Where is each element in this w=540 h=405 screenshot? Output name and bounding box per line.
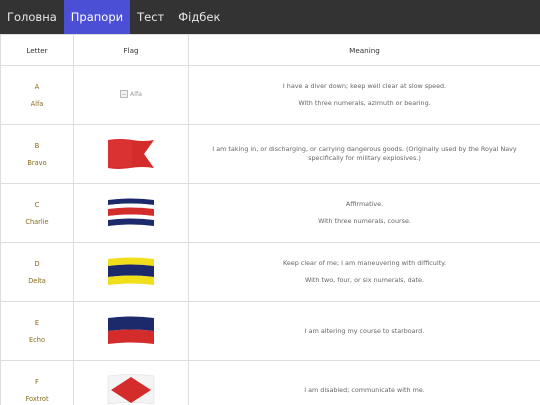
letter-code: E xyxy=(34,318,40,327)
nav-item-test[interactable]: Тест xyxy=(130,0,171,34)
table-row: C Charlie Affirmative. With three numera… xyxy=(0,183,540,243)
meaning-cell: I am taking in, or discharging, or carry… xyxy=(188,124,540,184)
foxtrot-flag-icon xyxy=(107,374,155,405)
flag-alt-text: Alfa xyxy=(130,90,142,98)
charlie-flag-icon xyxy=(108,198,154,226)
letter-cell: D Delta xyxy=(0,242,74,302)
meaning-text: With two, four, or six numerals, date. xyxy=(304,276,425,284)
table-row: E Echo I am altering my course to starbo… xyxy=(0,301,540,361)
letter-cell: F Foxtrot xyxy=(0,360,74,405)
meaning-text: Keep clear of me; I am maneuvering with … xyxy=(282,259,446,268)
letter-cell: C Charlie xyxy=(0,183,74,243)
letter-cell: A Alfa xyxy=(0,65,74,125)
table-row: F Foxtrot I am disabled; communicate wit… xyxy=(0,360,540,405)
table-row: B Bravo I am taking in, or discharging, … xyxy=(0,124,540,184)
delta-flag-icon xyxy=(108,257,154,285)
flags-table-container: Letter Flag Meaning A Alfa Alfa I have a… xyxy=(0,34,540,405)
nav-item-home[interactable]: Головна xyxy=(0,0,64,34)
meaning-cell: I am altering my course to starboard. xyxy=(188,301,540,361)
flag-cell xyxy=(73,124,189,184)
letter-word: Foxtrot xyxy=(25,394,49,403)
letter-code: C xyxy=(34,200,40,209)
meaning-text: I am disabled; communicate with me. xyxy=(304,385,425,394)
table-header-row: Letter Flag Meaning xyxy=(0,34,540,66)
flag-cell xyxy=(73,301,189,361)
letter-code: B xyxy=(34,141,40,150)
letter-word: Alfa xyxy=(30,99,44,108)
table-row: A Alfa Alfa I have a diver down; keep we… xyxy=(0,65,540,125)
meaning-text: I am altering my course to starboard. xyxy=(304,326,425,335)
letter-cell: B Bravo xyxy=(0,124,74,184)
flag-cell xyxy=(73,242,189,302)
meaning-text: I am taking in, or discharging, or carry… xyxy=(212,145,517,162)
meaning-text: With three numerals, azimuth or bearing. xyxy=(298,99,431,107)
broken-image-icon xyxy=(120,90,129,98)
flag-cell xyxy=(73,183,189,243)
meaning-cell: I am disabled; communicate with me. xyxy=(188,360,540,405)
nav-item-flags[interactable]: Прапори xyxy=(63,0,131,34)
bravo-flag-icon xyxy=(108,139,154,169)
flag-cell: Alfa xyxy=(73,65,189,125)
meaning-cell: I have a diver down; keep well clear at … xyxy=(188,65,540,125)
alfa-flag-broken-image: Alfa xyxy=(120,90,142,98)
header-letter: Letter xyxy=(0,34,74,66)
meaning-text: I have a diver down; keep well clear at … xyxy=(282,82,447,91)
letter-word: Echo xyxy=(28,335,45,344)
nav-item-feedback[interactable]: Фідбек xyxy=(171,0,227,34)
meaning-cell: Keep clear of me; I am maneuvering with … xyxy=(188,242,540,302)
meaning-cell: Affirmative. With three numerals, course… xyxy=(188,183,540,243)
header-flag: Flag xyxy=(73,34,189,66)
letter-word: Charlie xyxy=(25,217,49,226)
flag-cell xyxy=(73,360,189,405)
letter-code: A xyxy=(34,82,40,91)
table-row: D Delta Keep clear of me; I am maneuveri… xyxy=(0,242,540,302)
letter-word: Bravo xyxy=(27,158,47,167)
letter-code: D xyxy=(34,259,40,268)
flags-table: Letter Flag Meaning A Alfa Alfa I have a… xyxy=(0,34,540,405)
header-meaning: Meaning xyxy=(188,34,540,66)
letter-cell: E Echo xyxy=(0,301,74,361)
echo-flag-icon xyxy=(108,316,154,344)
letter-word: Delta xyxy=(28,276,46,285)
meaning-text: With three numerals, course. xyxy=(318,217,411,225)
meaning-text: Affirmative. xyxy=(345,200,384,209)
letter-code: F xyxy=(35,377,39,386)
top-navigation-bar: Головна Прапори Тест Фідбек xyxy=(0,0,540,34)
